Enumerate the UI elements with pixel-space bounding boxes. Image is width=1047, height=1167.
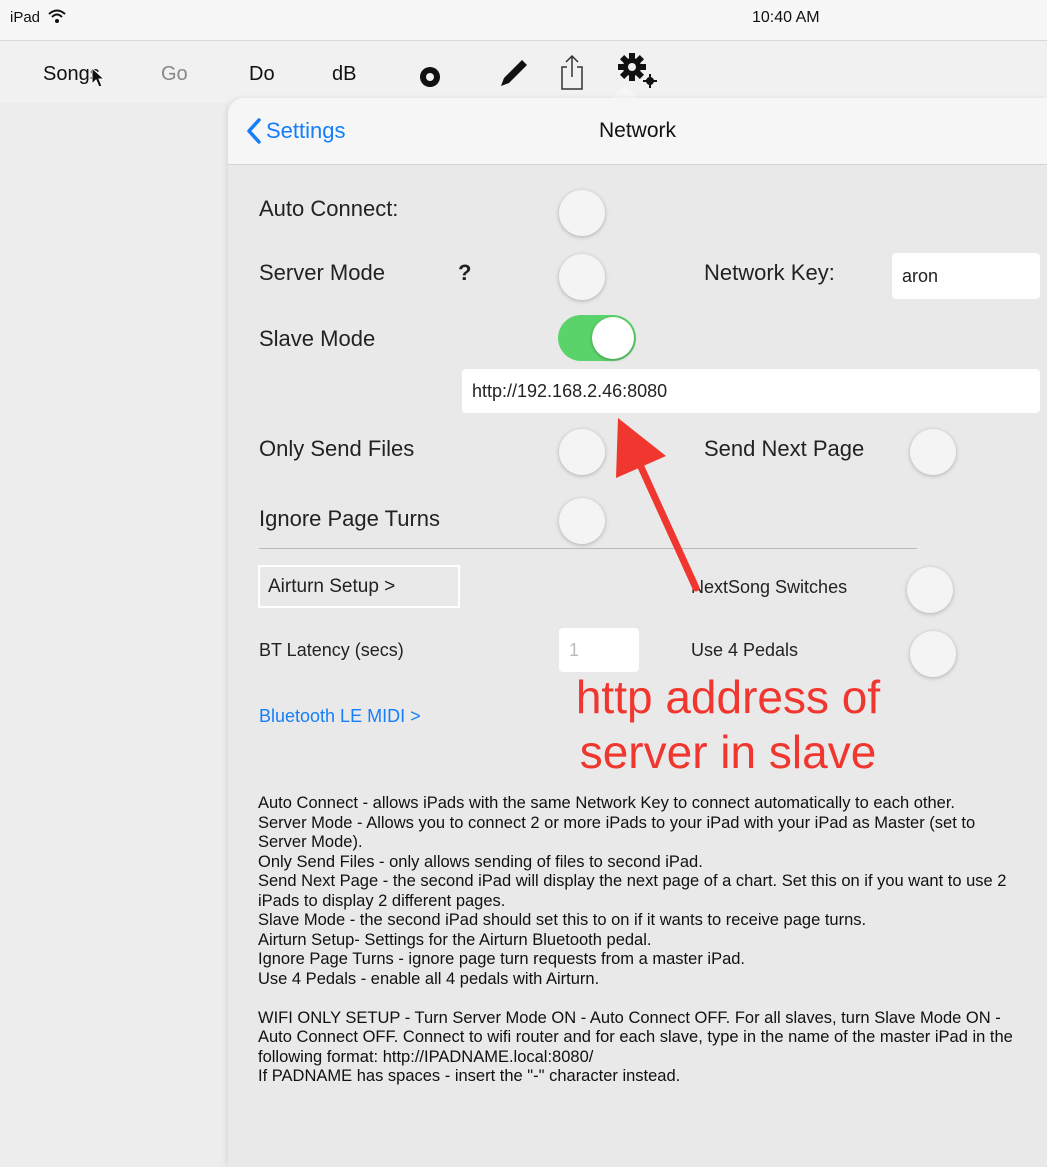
ignore-page-turns-toggle[interactable] (559, 498, 605, 544)
share-icon[interactable] (559, 53, 585, 91)
go-button[interactable]: Go (161, 63, 188, 86)
section-divider (259, 548, 917, 549)
auto-connect-toggle[interactable] (559, 190, 605, 236)
only-send-files-toggle[interactable] (559, 429, 605, 475)
bt-latency-field[interactable]: 1 (559, 628, 639, 672)
songs-list-pane (0, 103, 228, 1167)
carrier-label: iPad (10, 9, 41, 26)
bluetooth-le-midi-link[interactable]: Bluetooth LE MIDI > (259, 706, 421, 727)
server-mode-label: Server Mode (259, 260, 385, 285)
settings-popover: Settings Network Auto Connect: Server Mo… (228, 98, 1047, 1167)
airturn-setup-button[interactable]: Airturn Setup > (258, 565, 460, 608)
status-bar: iPad 10:40 AM (0, 0, 1047, 41)
slave-mode-toggle[interactable] (558, 315, 636, 361)
top-toolbar: Songs Go Do dB (0, 41, 1047, 103)
annotation-callout: http address of server in slave (528, 670, 928, 780)
network-key-label: Network Key: (704, 260, 835, 285)
nextsong-switches-toggle[interactable] (907, 567, 953, 613)
server-mode-toggle[interactable] (559, 254, 605, 300)
mouse-cursor-icon (91, 67, 106, 88)
network-key-field[interactable]: aron (892, 253, 1040, 299)
auto-connect-label: Auto Connect: (259, 196, 399, 221)
send-next-page-label: Send Next Page (704, 436, 865, 461)
server-url-field[interactable]: http://192.168.2.46:8080 (462, 369, 1040, 413)
pencil-icon[interactable] (496, 57, 530, 91)
wifi-icon (48, 9, 66, 23)
page-title: Network (598, 119, 677, 142)
record-icon[interactable] (418, 65, 442, 89)
only-send-files-label: Only Send Files (259, 436, 415, 461)
annotation-line-1: http address of (575, 671, 881, 723)
help-text: Auto Connect - allows iPads with the sam… (258, 794, 1013, 1085)
toggle-knob (592, 317, 634, 359)
annotation-line-2: server in slave (579, 726, 877, 779)
do-button[interactable]: Do (249, 63, 275, 86)
annotation-arrow (616, 418, 700, 592)
server-mode-help-button[interactable]: ? (458, 260, 471, 286)
navigation-bar: Settings Network (228, 98, 1047, 165)
clock: 10:40 AM (752, 9, 820, 26)
gear-icon[interactable] (616, 51, 662, 91)
slave-mode-label: Slave Mode (259, 326, 376, 351)
ignore-page-turns-label: Ignore Page Turns (259, 506, 441, 531)
use-4-pedals-label: Use 4 Pedals (691, 640, 799, 660)
send-next-page-toggle[interactable] (910, 429, 956, 475)
bt-latency-label: BT Latency (secs) (259, 640, 404, 660)
db-button[interactable]: dB (332, 63, 356, 86)
